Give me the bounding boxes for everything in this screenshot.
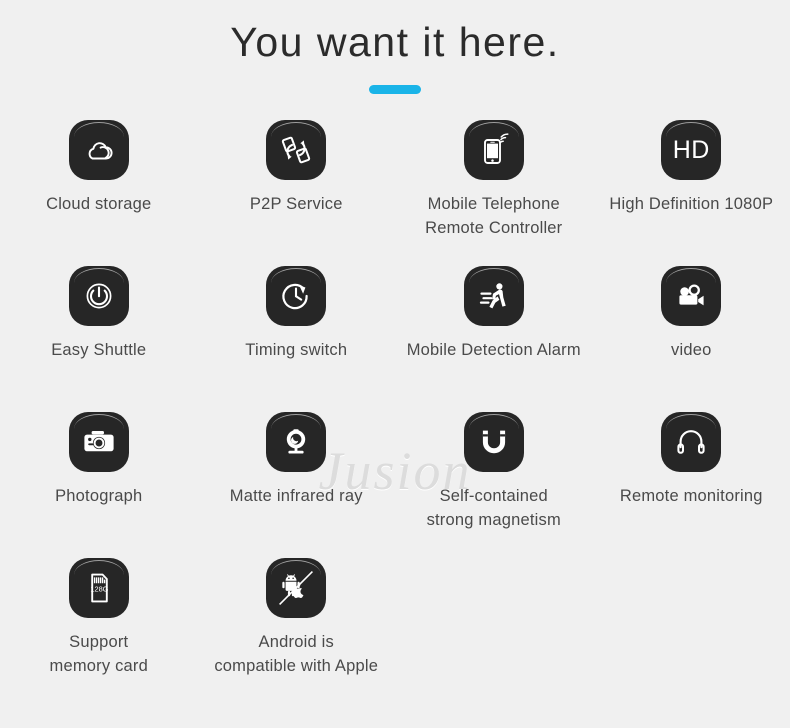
hd-badge-icon: HD [661,120,722,181]
page-title: You want it here. [230,19,560,65]
feature-item-motion-detection-alarm[interactable]: Mobile Detection Alarm [395,258,593,404]
feature-label: Mobile Telephone Remote Controller [425,195,563,238]
magnet-icon [463,412,524,473]
mobile-phone-wifi-icon [463,120,524,181]
running-person-icon [463,266,524,327]
feature-label: Android is compatible with Apple [214,633,379,676]
page-header: You want it here. [0,0,790,95]
memory-card-icon: 128G [68,558,129,619]
memory-card-capacity-text: 128G [90,585,108,594]
webcam-icon [266,412,327,473]
feature-item-photograph[interactable]: Photograph [0,404,198,550]
feature-item-cloud-storage[interactable]: Cloud storage [0,112,198,258]
feature-label: Photograph [55,487,143,506]
feature-item-matte-infrared-ray[interactable]: Matte infrared ray [198,404,396,550]
feature-label: Support memory card [49,633,148,676]
power-button-icon [68,266,129,327]
feature-item-video[interactable]: video [593,258,790,404]
title-underline-bar [369,85,421,95]
feature-item-remote-monitoring[interactable]: Remote monitoring [593,404,790,550]
p2p-sync-icon [266,120,327,181]
feature-grid: Cloud storage P2P Service Mobile Telepho… [0,112,790,696]
feature-item-p2p-service[interactable]: P2P Service [198,112,396,258]
feature-label: Mobile Detection Alarm [406,341,581,360]
feature-label: High Definition 1080P [609,195,774,214]
feature-label: video [671,341,712,360]
feature-label: Easy Shuttle [51,341,147,360]
feature-item-high-definition[interactable]: HD High Definition 1080P [593,112,790,258]
feature-label: Matte infrared ray [229,487,363,506]
cloud-icon [68,120,129,181]
feature-label: P2P Service [249,195,343,214]
feature-item-android-apple-compatible[interactable]: Android is compatible with Apple [198,550,396,696]
photo-camera-icon [68,412,129,473]
feature-item-mobile-remote-controller[interactable]: Mobile Telephone Remote Controller [395,112,593,258]
feature-label: Timing switch [245,341,348,360]
clock-timer-icon [266,266,327,327]
feature-label: Cloud storage [46,195,152,214]
feature-item-strong-magnetism[interactable]: Self-contained strong magnetism [395,404,593,550]
hd-badge-text: HD [672,135,710,164]
feature-label: Self-contained strong magnetism [426,487,561,530]
feature-item-timing-switch[interactable]: Timing switch [198,258,396,404]
movie-camera-icon [661,266,722,327]
feature-item-easy-shuttle[interactable]: Easy Shuttle [0,258,198,404]
headphones-icon [661,412,722,473]
feature-item-memory-card[interactable]: 128G Support memory card [0,550,198,696]
feature-label: Remote monitoring [619,487,763,506]
android-apple-icon [266,558,327,619]
